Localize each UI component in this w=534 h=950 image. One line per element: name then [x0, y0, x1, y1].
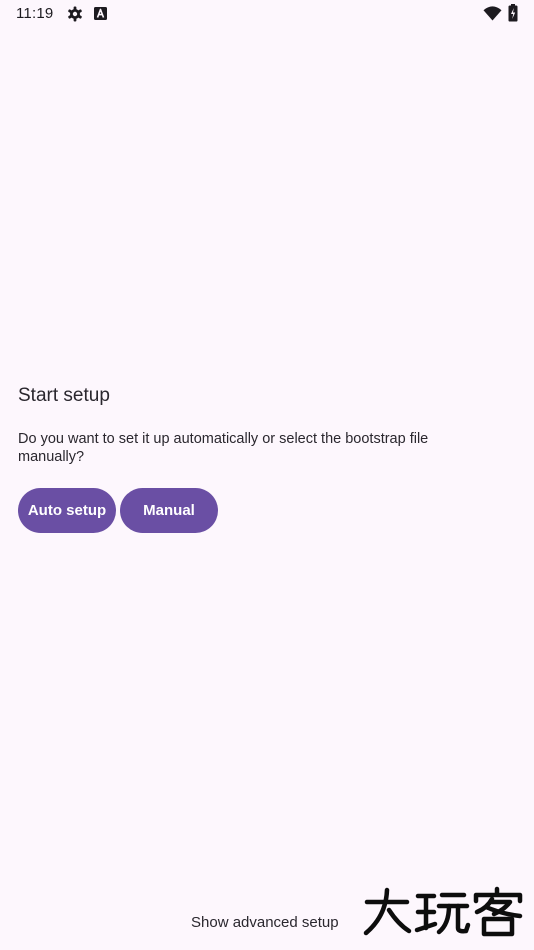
- battery-icon: [508, 4, 518, 22]
- show-advanced-setup-button[interactable]: Show advanced setup: [191, 914, 339, 931]
- a-notification-icon: [94, 7, 107, 20]
- manual-setup-button[interactable]: Manual: [120, 488, 218, 533]
- watermark-logo: [363, 886, 523, 937]
- auto-setup-button[interactable]: Auto setup: [18, 488, 116, 533]
- gear-icon: [68, 6, 82, 22]
- status-bar: 11:19: [0, 0, 534, 28]
- setup-description: Do you want to set it up automatically o…: [18, 431, 429, 465]
- wifi-icon: [483, 6, 502, 21]
- setup-title: Start setup: [18, 385, 110, 406]
- status-time: 11:19: [16, 5, 54, 22]
